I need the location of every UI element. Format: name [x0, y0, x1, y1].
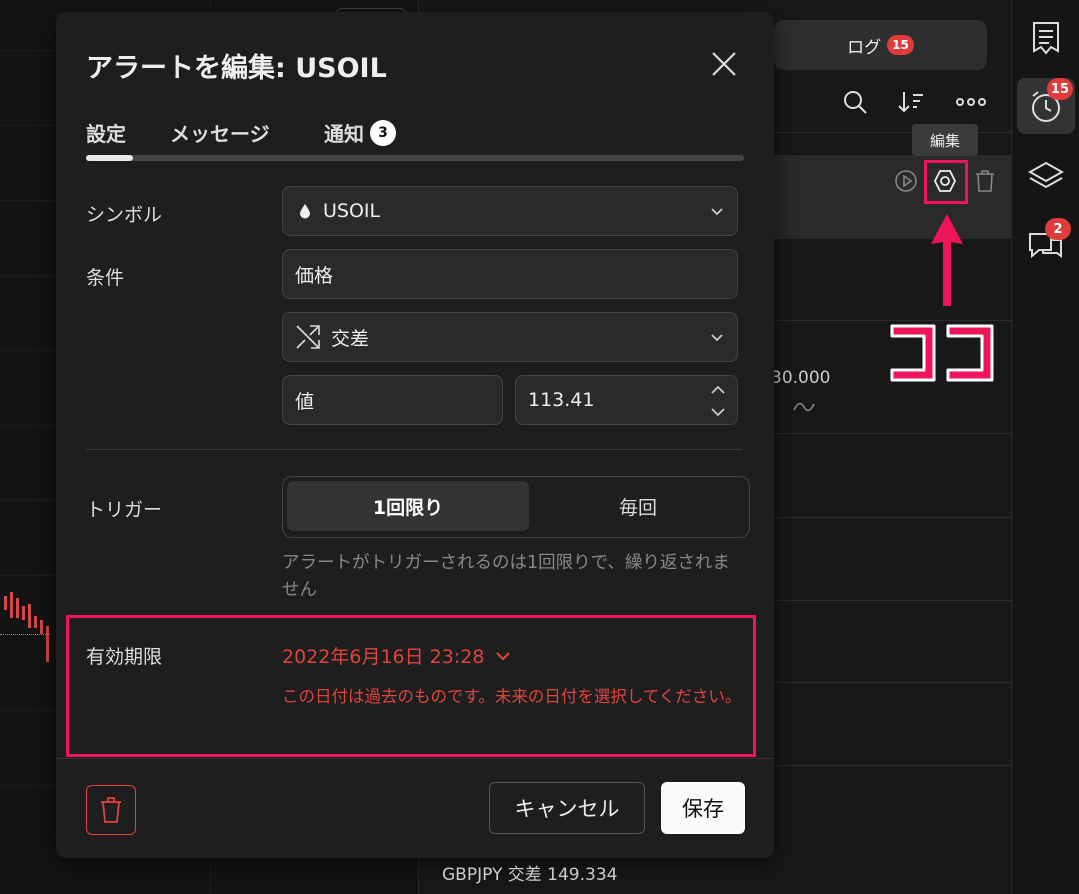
stepper-icon[interactable] — [709, 382, 727, 420]
edit-tooltip: 編集 — [912, 124, 978, 156]
symbol-value: USOIL — [323, 200, 381, 222]
candle — [10, 592, 13, 618]
right-sidebar: 15 2 — [1011, 0, 1079, 894]
trash-icon[interactable] — [972, 168, 998, 194]
value-number: 113.41 — [528, 389, 595, 411]
tab-notifications[interactable]: 通知 3 — [324, 118, 396, 147]
symbol-label: シンボル — [86, 204, 163, 226]
tab-indicator — [86, 155, 133, 161]
koko-annotation: ココ — [886, 318, 994, 382]
section-divider — [86, 449, 742, 450]
layers-icon[interactable] — [1017, 148, 1075, 204]
chat-icon[interactable]: 2 — [1017, 216, 1075, 272]
alert-price-peek: 30.000 — [771, 368, 831, 388]
tab-settings[interactable]: 設定 — [86, 118, 126, 147]
expiry-error: この日付は過去のものです。未来の日付を選択してください。 — [282, 687, 742, 706]
value-input[interactable]: 113.41 — [515, 375, 738, 425]
chat-badge: 2 — [1045, 218, 1071, 240]
trigger-label: トリガー — [86, 499, 163, 521]
more-icon[interactable] — [955, 86, 987, 118]
save-button[interactable]: 保存 — [661, 782, 745, 834]
droplet-icon — [295, 198, 315, 224]
trigger-once-option[interactable]: 1回限り — [287, 481, 529, 531]
expiry-value: 2022年6月16日 23:28 — [282, 646, 485, 668]
tab-label: メッセージ — [170, 122, 270, 146]
condition-label: 条件 — [86, 267, 125, 289]
trigger-segmented-control: 1回限り 毎回 — [282, 476, 750, 538]
alerts-badge: 15 — [1046, 78, 1073, 100]
candle — [46, 626, 49, 662]
symbol-select[interactable]: USOIL — [282, 186, 738, 236]
edit-highlight-box — [924, 160, 968, 204]
candle — [34, 616, 37, 628]
delete-button[interactable] — [86, 785, 136, 835]
expiry-label: 有効期限 — [86, 646, 163, 668]
play-icon[interactable] — [893, 168, 919, 194]
candle — [22, 606, 25, 620]
condition-operator-value: 交差 — [331, 327, 370, 350]
candle — [40, 620, 43, 634]
candle — [4, 596, 7, 610]
tab-message[interactable]: メッセージ — [170, 118, 270, 147]
tab-track — [86, 155, 744, 161]
expiry-date-picker[interactable]: 2022年6月16日 23:28 — [282, 642, 512, 669]
value-type-field[interactable]: 値 — [282, 375, 503, 425]
notes-icon[interactable] — [1017, 10, 1075, 66]
condition-source-value: 価格 — [295, 264, 334, 287]
cancel-button[interactable]: キャンセル — [489, 782, 645, 834]
tab-label: 設定 — [86, 122, 126, 146]
chevron-down-icon — [711, 208, 723, 216]
search-icon[interactable] — [839, 86, 871, 118]
value-type: 値 — [295, 390, 315, 413]
crossing-icon — [295, 324, 321, 350]
log-badge: 15 — [887, 35, 914, 55]
trigger-every-option[interactable]: 毎回 — [531, 481, 745, 531]
alarm-icon[interactable]: 15 — [1017, 78, 1075, 134]
tab-log[interactable]: ログ 15 — [774, 20, 987, 70]
trigger-hint: アラートがトリガーされるのは1回限りで、繰り返されません — [282, 553, 730, 600]
candle — [28, 604, 31, 628]
notifications-badge: 3 — [370, 119, 396, 146]
condition-source-field[interactable]: 価格 — [282, 249, 738, 299]
annotation-arrow — [931, 214, 963, 306]
tab-label: 通知 — [324, 122, 364, 146]
log-tab-label: ログ — [847, 37, 882, 58]
dialog-title: アラートを編集: USOIL — [86, 53, 387, 84]
price-line — [0, 634, 50, 635]
edit-alert-dialog: アラートを編集: USOIL 設定 メッセージ 通知 3 シンボル USOIL … — [56, 12, 774, 858]
footer-divider — [56, 758, 774, 759]
sort-icon[interactable] — [895, 86, 927, 118]
alert-item-peek: GBPJPY 交差 149.334 — [442, 865, 618, 885]
trash-icon — [101, 797, 121, 823]
condition-operator-select[interactable]: 交差 — [282, 312, 738, 362]
svg-text:ココ: ココ — [886, 318, 888, 319]
candle — [16, 598, 19, 618]
crossing-mini-icon — [793, 398, 815, 418]
chevron-down-icon — [496, 651, 511, 661]
close-icon[interactable] — [708, 48, 740, 80]
chevron-down-icon — [711, 334, 723, 342]
